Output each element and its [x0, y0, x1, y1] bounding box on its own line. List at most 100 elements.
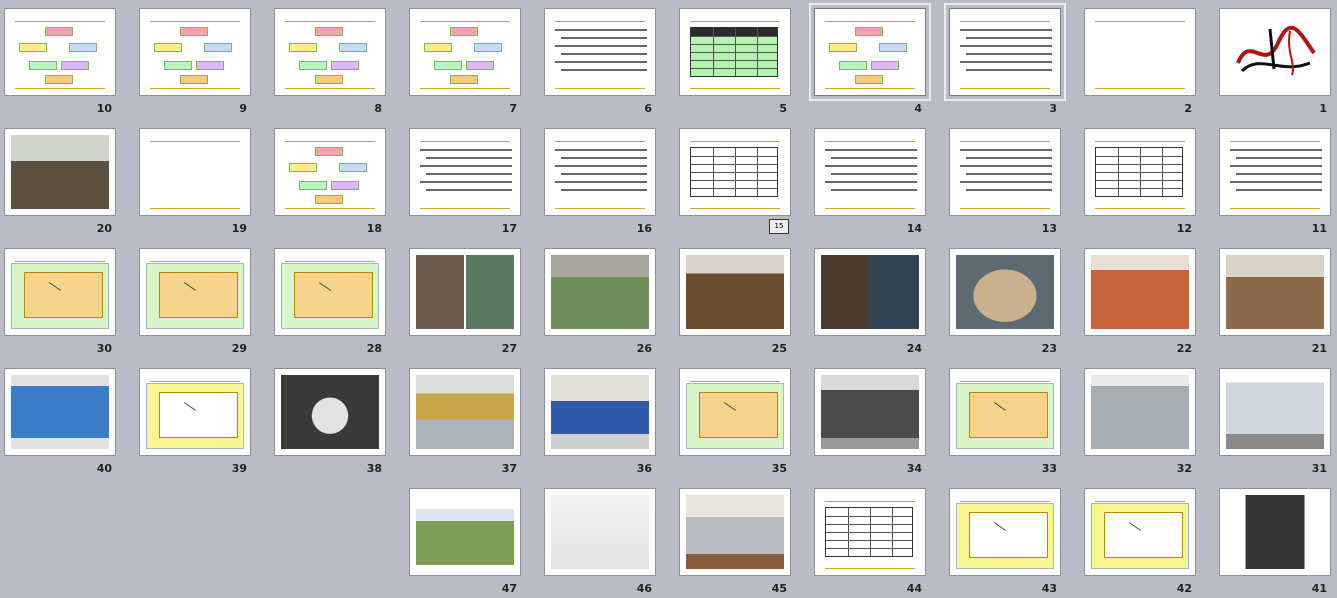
slide-thumbnail[interactable]	[1219, 248, 1331, 336]
slide-thumbnail[interactable]	[814, 488, 926, 576]
slide-46[interactable]: 46	[544, 488, 656, 598]
slide-5[interactable]: 5	[679, 8, 791, 118]
slide-thumbnail[interactable]	[139, 248, 251, 336]
slide-17[interactable]: 17	[409, 128, 521, 238]
slide-thumbnail[interactable]	[274, 128, 386, 216]
slide-25[interactable]: 25	[679, 248, 791, 358]
slide-thumbnail[interactable]	[4, 128, 116, 216]
slide-thumbnail[interactable]	[139, 8, 251, 96]
slide-18[interactable]: 18	[274, 128, 386, 238]
slide-29[interactable]: 29	[139, 248, 251, 358]
slide-thumbnail[interactable]	[949, 488, 1061, 576]
slide-thumbnail[interactable]	[1084, 488, 1196, 576]
slide-photo	[11, 375, 109, 449]
slide-thumbnail[interactable]	[4, 8, 116, 96]
slide-thumbnail[interactable]	[814, 368, 926, 456]
slide-20[interactable]: 20	[4, 128, 116, 238]
footer-line	[1095, 88, 1185, 89]
slide-thumbnail[interactable]	[1084, 248, 1196, 336]
slide-thumbnail[interactable]	[1219, 368, 1331, 456]
slide-thumbnail[interactable]	[409, 368, 521, 456]
slide-thumbnail[interactable]	[1084, 368, 1196, 456]
slide-thumbnail[interactable]	[944, 3, 1066, 101]
slide-4[interactable]: 4	[809, 3, 931, 118]
slide-thumbnail[interactable]	[679, 488, 791, 576]
slide-14[interactable]: 14	[814, 128, 926, 238]
slide-thumbnail[interactable]	[274, 248, 386, 336]
slide-35[interactable]: 35	[679, 368, 791, 478]
slide-thumbnail[interactable]	[1219, 8, 1331, 96]
slide-32[interactable]: 32	[1084, 368, 1196, 478]
slide-thumbnail[interactable]	[409, 8, 521, 96]
slide-6[interactable]: 6	[544, 8, 656, 118]
slide-thumbnail[interactable]	[679, 8, 791, 96]
slide-11[interactable]: 11	[1219, 128, 1331, 238]
slide-thumbnail[interactable]	[409, 128, 521, 216]
hidden-slide-icon[interactable]: 15	[769, 219, 789, 234]
slide-thumbnail[interactable]	[1084, 8, 1196, 96]
slide-thumbnail[interactable]	[679, 248, 791, 336]
slide-thumbnail[interactable]	[679, 128, 791, 216]
slide-45[interactable]: 45	[679, 488, 791, 598]
slide-9[interactable]: 9	[139, 8, 251, 118]
text-line	[561, 53, 647, 55]
slide-34[interactable]: 34	[814, 368, 926, 478]
slide-40[interactable]: 40	[4, 368, 116, 478]
slide-22[interactable]: 22	[1084, 248, 1196, 358]
slide-42[interactable]: 42	[1084, 488, 1196, 598]
slide-thumbnail[interactable]	[409, 488, 521, 576]
data-line	[1129, 522, 1142, 532]
slide-thumbnail[interactable]	[409, 248, 521, 336]
slide-thumbnail[interactable]	[679, 368, 791, 456]
slide-26[interactable]: 26	[544, 248, 656, 358]
slide-thumbnail[interactable]	[544, 128, 656, 216]
slide-10[interactable]: 10	[4, 8, 116, 118]
slide-thumbnail[interactable]	[544, 8, 656, 96]
slide-thumbnail[interactable]	[814, 128, 926, 216]
slide-thumbnail[interactable]	[949, 128, 1061, 216]
slide-thumbnail[interactable]	[139, 128, 251, 216]
slide-23[interactable]: 23	[949, 248, 1061, 358]
slide-31[interactable]: 31	[1219, 368, 1331, 478]
slide-24[interactable]: 24	[814, 248, 926, 358]
slide-12[interactable]: 12	[1084, 128, 1196, 238]
slide-thumbnail[interactable]	[544, 488, 656, 576]
slide-36[interactable]: 36	[544, 368, 656, 478]
slide-21[interactable]: 21	[1219, 248, 1331, 358]
slide-thumbnail[interactable]	[949, 248, 1061, 336]
slide-1[interactable]: 1	[1219, 8, 1331, 118]
slide-thumbnail[interactable]	[139, 368, 251, 456]
slide-37[interactable]: 37	[409, 368, 521, 478]
slide-thumbnail[interactable]	[4, 248, 116, 336]
slide-thumbnail[interactable]	[1219, 128, 1331, 216]
slide-41[interactable]: 41	[1219, 488, 1331, 598]
slide-30[interactable]: 30	[4, 248, 116, 358]
slide-44[interactable]: 44	[814, 488, 926, 598]
slide-13[interactable]: 13	[949, 128, 1061, 238]
slide-thumbnail[interactable]	[274, 368, 386, 456]
slide-27[interactable]: 27	[409, 248, 521, 358]
slide-3[interactable]: 3	[944, 3, 1066, 118]
slide-thumbnail[interactable]	[274, 8, 386, 96]
slide-2[interactable]: 2	[1084, 8, 1196, 118]
slide-thumbnail[interactable]	[1219, 488, 1331, 576]
slide-39[interactable]: 39	[139, 368, 251, 478]
slide-33[interactable]: 33	[949, 368, 1061, 478]
slide-28[interactable]: 28	[274, 248, 386, 358]
slide-thumbnail[interactable]	[814, 248, 926, 336]
slide-7[interactable]: 7	[409, 8, 521, 118]
slide-thumbnail[interactable]	[1084, 128, 1196, 216]
title-underline	[555, 21, 645, 22]
slide-thumbnail[interactable]	[544, 248, 656, 336]
text-line	[561, 173, 647, 175]
slide-38[interactable]: 38	[274, 368, 386, 478]
slide-19[interactable]: 19	[139, 128, 251, 238]
slide-43[interactable]: 43	[949, 488, 1061, 598]
slide-47[interactable]: 47	[409, 488, 521, 598]
slide-8[interactable]: 8	[274, 8, 386, 118]
slide-16[interactable]: 16	[544, 128, 656, 238]
slide-thumbnail[interactable]	[544, 368, 656, 456]
slide-thumbnail[interactable]	[4, 368, 116, 456]
slide-thumbnail[interactable]	[949, 368, 1061, 456]
slide-thumbnail[interactable]	[809, 3, 931, 101]
